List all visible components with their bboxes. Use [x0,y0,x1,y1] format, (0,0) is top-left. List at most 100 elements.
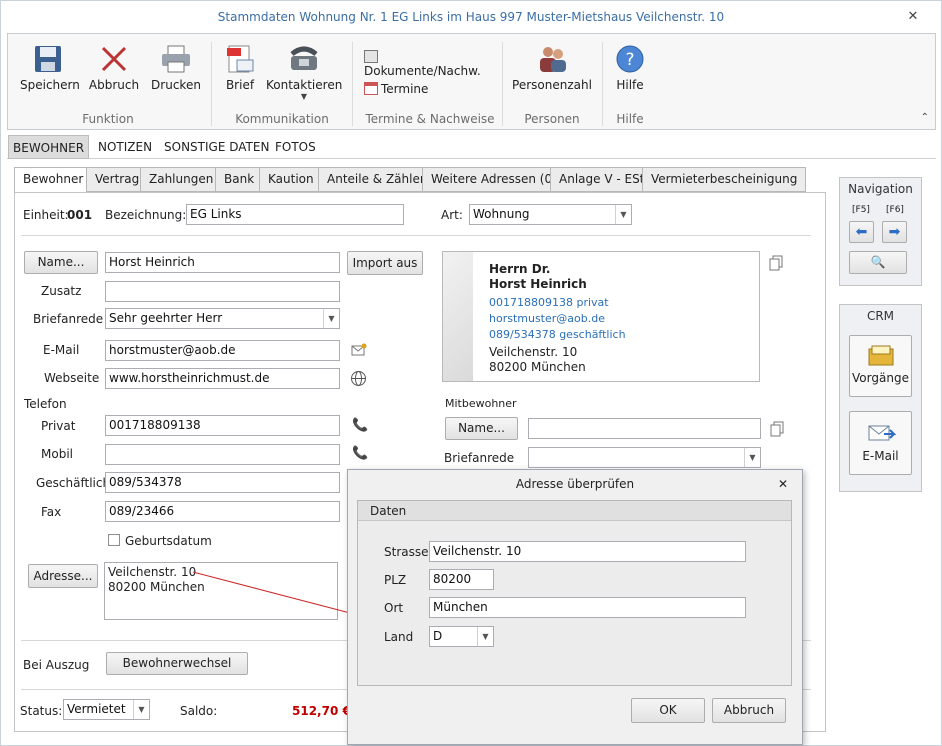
copy-icon[interactable] [769,255,783,271]
collapse-ribbon-icon[interactable]: ⌃ [921,112,929,123]
section-notizen[interactable]: NOTIZEN [94,135,156,159]
address-button[interactable]: Adresse... [28,564,98,588]
data-group-title: Daten [358,501,791,521]
globe-icon[interactable] [350,370,367,387]
tab-bank[interactable]: Bank [215,167,264,192]
card-email[interactable]: horstmuster@aob.de [489,312,605,325]
country-label: Land [384,630,414,644]
telephone-icon [290,46,318,70]
persons-button[interactable]: Personenzahl [512,44,592,92]
unit-value: 001 [67,208,93,222]
group-divider [502,42,503,126]
cotenant-name-field[interactable] [528,418,761,439]
street-field[interactable]: Veilchenstr. 10 [429,541,746,562]
close-icon[interactable]: ✕ [905,9,921,25]
birthday-label: Geburtsdatum [125,534,212,548]
dates-button[interactable]: Termine [364,82,492,96]
cancel-button[interactable]: Abbruch [86,44,142,92]
card-phone-private[interactable]: 001718809138 privat [489,296,609,309]
name-field[interactable]: Horst Heinrich [105,252,340,273]
f6-hint: [F6] [886,205,904,215]
fax-field[interactable]: 089/23466 [105,501,340,522]
save-label: Speichern [20,78,80,92]
balance-label: Saldo: [180,704,218,718]
help-icon: ? [616,45,644,73]
card-phone-business[interactable]: 089/534378 geschäftlich [489,328,626,341]
send-email-icon[interactable] [351,343,367,357]
section-fotos[interactable]: FOTOS [271,135,320,159]
cotenant-name-button[interactable]: Name... [445,417,518,440]
tab-kaution[interactable]: Kaution [259,167,323,192]
email-label: E-Mail [43,343,80,357]
website-field[interactable]: www.horstheinrichmust.de [105,368,340,389]
country-value: D [433,629,443,643]
ribbon: Speichern Abbruch Drucken Brief Kontakti… [7,33,936,130]
copy-icon[interactable] [770,421,784,437]
move-out-label: Bei Auszug [23,658,90,672]
card-salutation: Herrn Dr. [489,262,551,276]
save-button[interactable]: Speichern [20,44,80,92]
phone-call-icon[interactable]: 📞 [352,418,368,433]
business-phone-label: Geschäftlich [36,476,111,490]
tab-anteile[interactable]: Anteile & Zähler [318,167,434,192]
pdf-letter-icon [227,45,254,73]
import-button[interactable]: Import aus [347,251,423,275]
documents-icon [364,50,378,63]
tab-vermieterbescheinigung[interactable]: Vermieterbescheinigung [642,167,807,192]
search-icon[interactable]: 🔍 [849,251,907,274]
salutation-select[interactable]: Sehr geehrter Herr ▼ [105,308,340,329]
chevron-down-icon: ▼ [323,309,339,328]
status-select[interactable]: Vermietet ▼ [63,699,150,720]
email-field[interactable]: horstmuster@aob.de [105,340,340,361]
phone-call-icon[interactable]: 📞 [352,446,368,461]
help-button[interactable]: ? Hilfe [612,44,648,92]
cotenant-salutation-select[interactable]: ▼ [528,447,761,468]
tenant-change-button[interactable]: Bewohnerwechsel [106,652,248,675]
dialog-close-icon[interactable]: ✕ [778,477,788,491]
previous-arrow-icon[interactable]: ⬅ [849,221,874,243]
section-sonstige[interactable]: SONSTIGE DATEN [160,135,273,159]
print-button[interactable]: Drucken [148,44,204,92]
name-button[interactable]: Name... [24,251,98,274]
private-phone-field[interactable]: 001718809138 [105,415,340,436]
dialog-cancel-button[interactable]: Abbruch [712,698,786,723]
birthday-checkbox[interactable] [108,534,120,546]
documents-button[interactable]: Dokumente/Nachw. [364,50,492,78]
crm-email-label: E-Mail [862,449,899,463]
dropdown-arrow-icon: ▼ [300,92,308,101]
processes-button[interactable]: Vorgänge [849,335,912,397]
section-bewohner[interactable]: BEWOHNER [8,135,90,159]
cotenant-salutation-label: Briefanrede [444,451,515,465]
cancel-label: Abbruch [88,78,140,92]
website-label: Webseite [44,371,100,385]
tab-weitere-adressen[interactable]: Weitere Adressen (0) [422,167,566,192]
zip-field[interactable]: 80200 [429,569,494,590]
chevron-down-icon: ▼ [615,205,631,224]
group-divider [352,42,353,126]
country-select[interactable]: D ▼ [429,626,494,647]
city-field[interactable]: München [429,597,746,618]
calendar-icon [364,82,378,95]
processes-label: Vorgänge [852,371,909,385]
addition-field[interactable] [105,281,340,302]
type-select[interactable]: Wohnung ▼ [469,204,632,225]
mobile-field[interactable] [105,444,340,465]
navigation-title: Navigation [848,182,913,196]
next-arrow-icon[interactable]: ➡ [882,221,907,243]
business-phone-field[interactable]: 089/534378 [105,472,340,493]
contact-button[interactable]: Kontaktieren ▼ [266,44,342,101]
crm-box: CRM Vorgänge E-Mail [839,304,922,492]
tab-anlage-v[interactable]: Anlage V - ESt [550,167,654,192]
description-field[interactable]: EG Links [186,204,404,225]
tab-zahlungen[interactable]: Zahlungen [140,167,223,192]
fax-label: Fax [41,505,62,519]
ok-button[interactable]: OK [631,698,705,723]
dates-label: Termine [381,82,429,96]
navigation-box: Navigation [F5] [F6] ⬅ ➡ 🔍 [839,177,922,286]
card-name: Horst Heinrich [489,277,587,291]
group-divider [602,42,603,126]
crm-email-button[interactable]: E-Mail [849,411,912,475]
letter-button[interactable]: Brief [220,44,260,92]
tab-vertrag[interactable]: Vertrag [86,167,149,192]
tab-bewohner[interactable]: Bewohner [14,167,93,193]
